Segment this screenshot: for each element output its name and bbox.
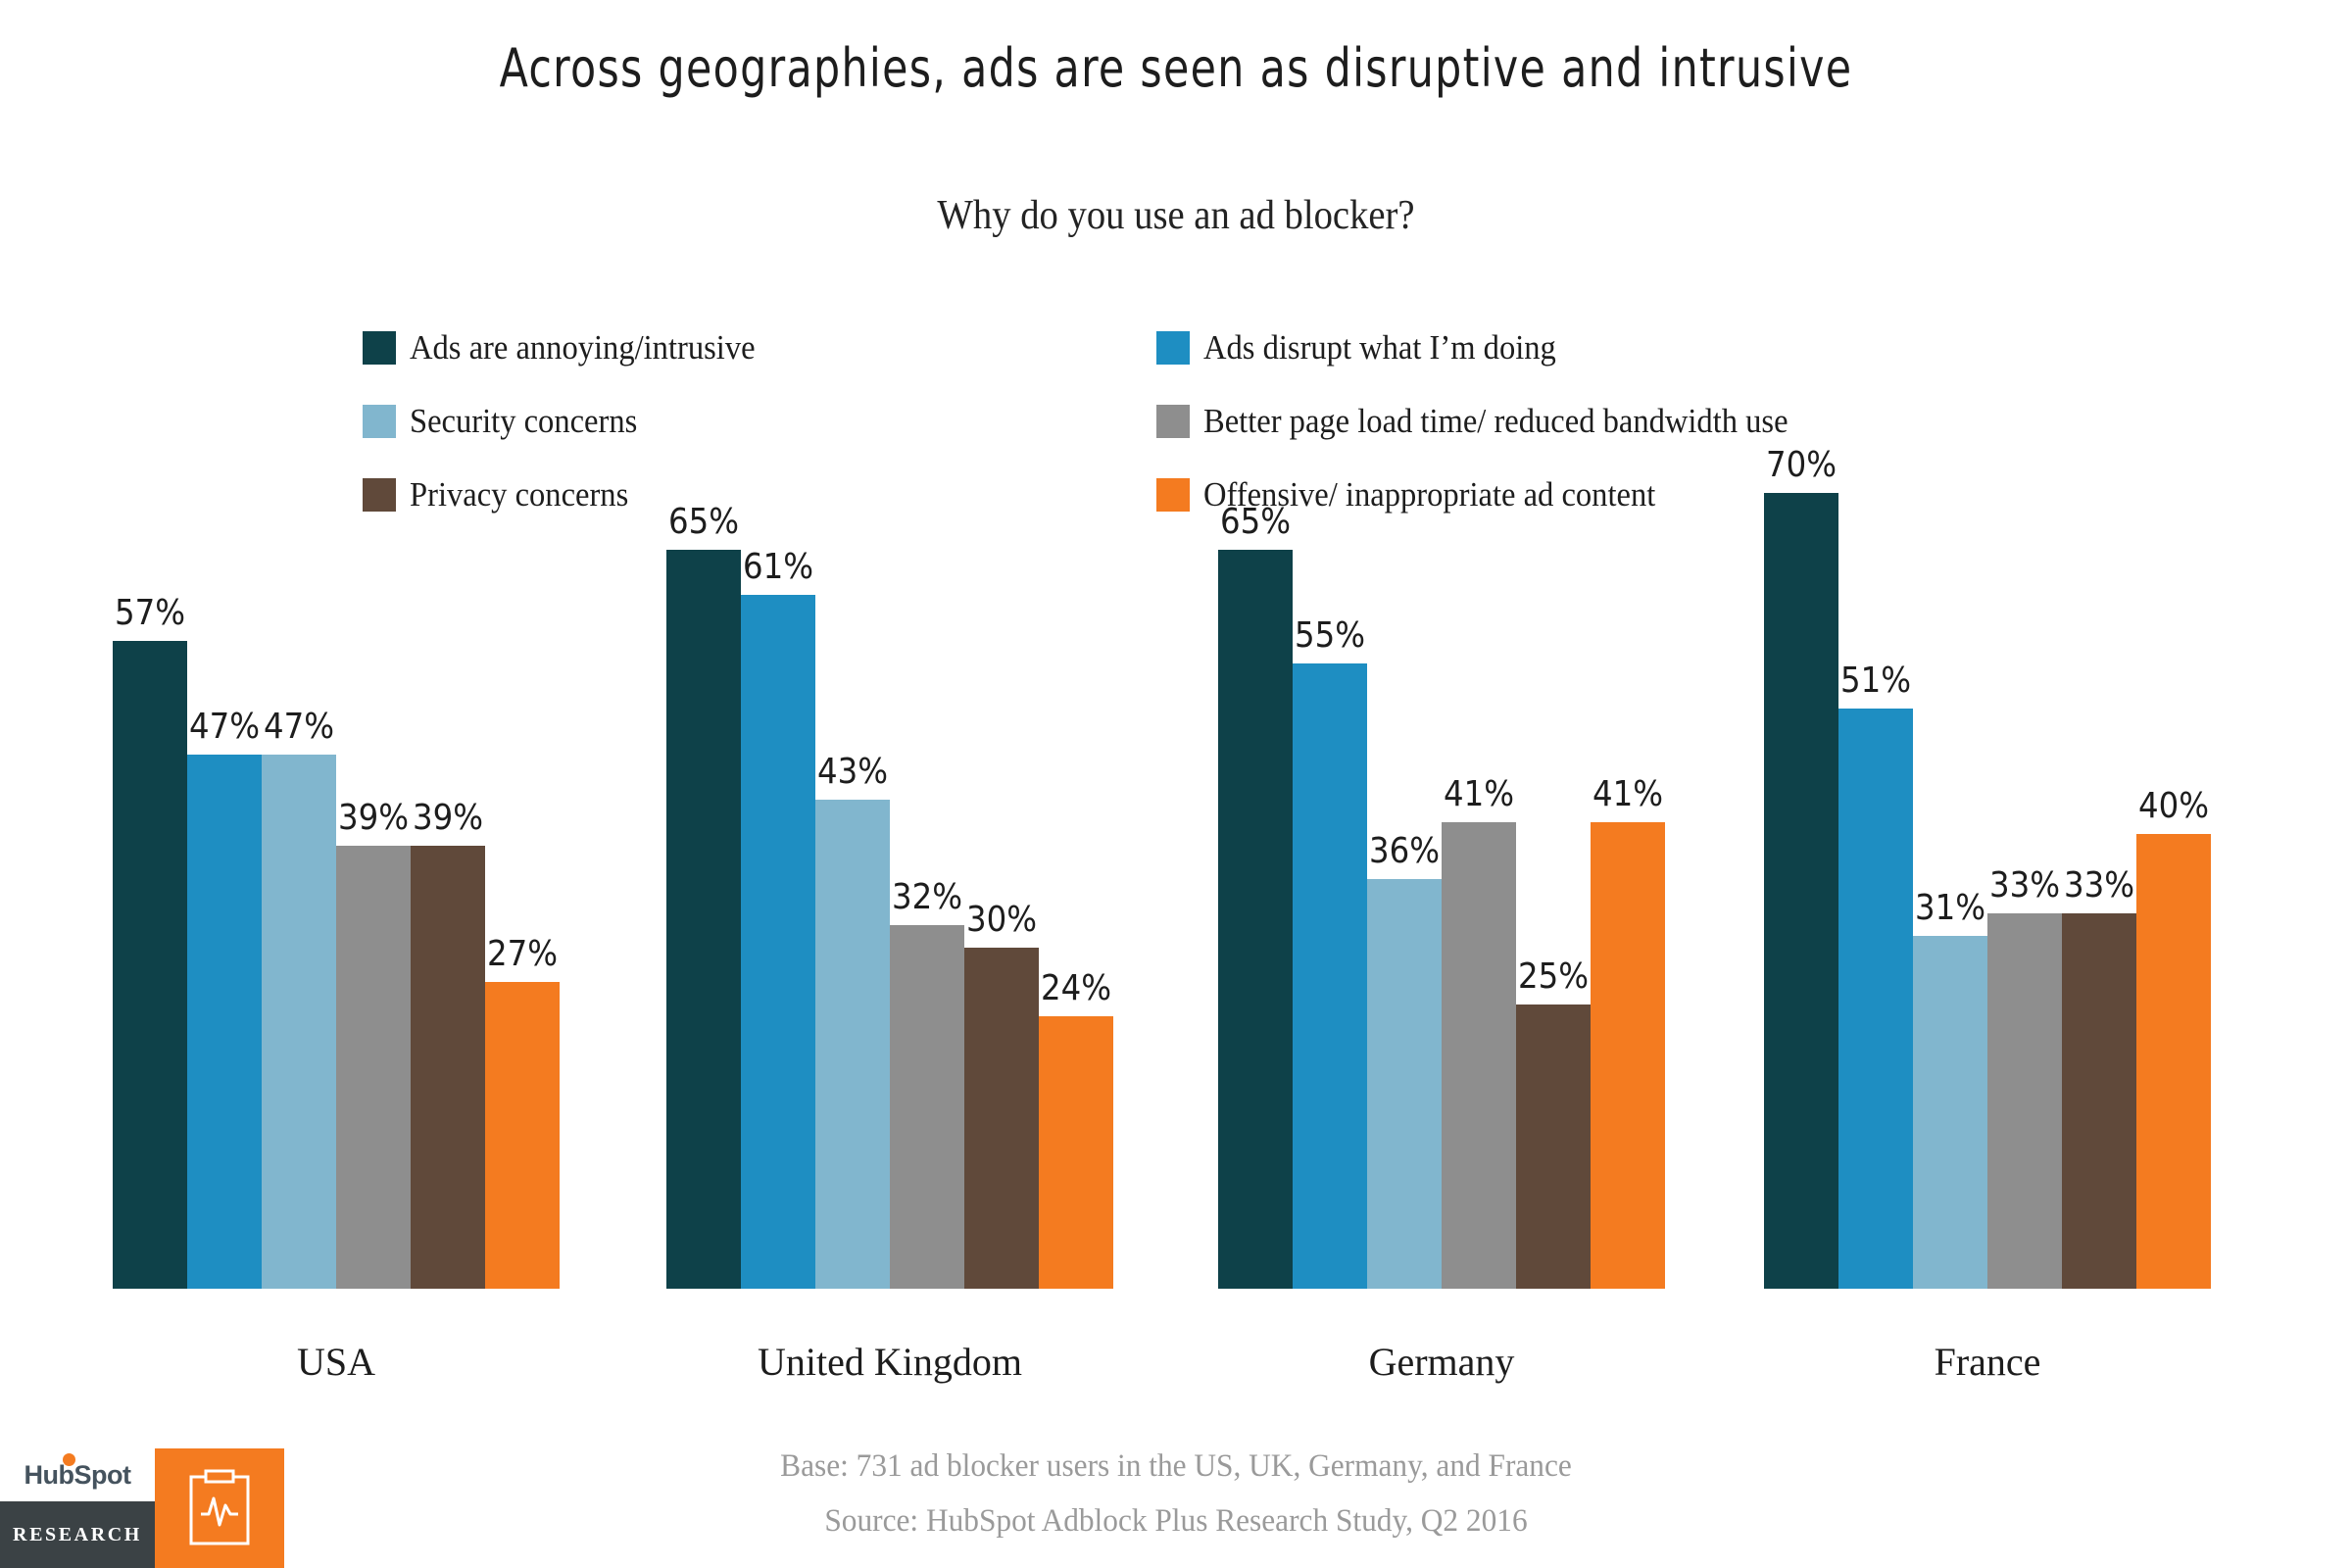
bar-rect[interactable] <box>1218 550 1293 1289</box>
bar-value-label: 33% <box>2064 865 2134 906</box>
bar-group: 57% 47% 47% 39% 39% 27% USA <box>113 596 560 1384</box>
bar-item[interactable]: 65% <box>666 505 741 1289</box>
footnote-source: Source: HubSpot Adblock Plus Research St… <box>824 1503 1528 1539</box>
bar-item[interactable]: 51% <box>1838 663 1913 1289</box>
bar-item[interactable]: 43% <box>815 755 890 1289</box>
bar-rect[interactable] <box>187 755 262 1289</box>
bar-rect[interactable] <box>1516 1004 1591 1289</box>
bar-rect[interactable] <box>1591 822 1665 1289</box>
bar-rect[interactable] <box>2136 834 2211 1289</box>
bar-value-label: 25% <box>1518 956 1589 997</box>
bar-item[interactable]: 65% <box>1218 505 1293 1289</box>
bar-rect[interactable] <box>262 755 336 1289</box>
bar-item[interactable]: 24% <box>1039 971 1113 1289</box>
infographic-slide: Across geographies, ads are seen as disr… <box>0 0 2352 1568</box>
x-axis-category-label: France <box>1934 1340 2041 1384</box>
bar-item[interactable]: 30% <box>964 903 1039 1289</box>
bar-value-label: 61% <box>743 547 813 587</box>
bar-value-label: 65% <box>1220 502 1291 542</box>
bar-item[interactable]: 31% <box>1913 891 1987 1289</box>
x-axis-category-label: USA <box>296 1340 376 1384</box>
grouped-bar-chart: 57% 47% 47% 39% 39% 27% USA 65% 61% 43% 32% 30% 24% U… <box>0 0 2352 1568</box>
sprocket-icon <box>63 1453 75 1466</box>
hubspot-wordmark: HubSpot <box>0 1448 155 1501</box>
bar-group: 70% 51% 31% 33% 33% 40% France <box>1764 448 2211 1384</box>
bar-value-label: 57% <box>115 593 185 633</box>
bar-value-label: 24% <box>1041 968 1111 1008</box>
bar-item[interactable]: 32% <box>890 880 964 1289</box>
bar-rect[interactable] <box>964 948 1039 1289</box>
chart-footnotes: Base: 731 ad blocker users in the US, UK… <box>0 1439 2352 1548</box>
bar-item[interactable]: 27% <box>485 937 560 1289</box>
bar-rect[interactable] <box>336 846 411 1289</box>
bar-item[interactable]: 57% <box>113 596 187 1289</box>
logo-wordmark-block: HubSpot RESEARCH <box>0 1448 155 1568</box>
bar-rect[interactable] <box>485 982 560 1289</box>
bar-item[interactable]: 36% <box>1367 834 1442 1289</box>
bar-item[interactable]: 25% <box>1516 959 1591 1289</box>
bar-value-label: 41% <box>1592 774 1663 814</box>
bar-item[interactable]: 47% <box>187 710 262 1289</box>
bar-value-label: 39% <box>413 798 483 838</box>
clipboard-pulse-icon <box>189 1469 250 1545</box>
bar-rect[interactable] <box>1293 663 1367 1289</box>
bar-group: 65% 55% 36% 41% 25% 41% Germany <box>1218 505 1665 1384</box>
bar-rect[interactable] <box>1367 879 1442 1289</box>
bar-item[interactable]: 41% <box>1442 777 1516 1289</box>
bar-item[interactable]: 39% <box>336 801 411 1289</box>
bar-rect[interactable] <box>815 800 890 1289</box>
bar-value-label: 47% <box>189 707 260 747</box>
bar-rect[interactable] <box>1838 709 1913 1289</box>
bar-value-label: 47% <box>264 707 334 747</box>
bar-value-label: 39% <box>338 798 409 838</box>
bar-item[interactable]: 39% <box>411 801 485 1289</box>
bar-item[interactable]: 55% <box>1293 618 1367 1289</box>
bar-rect[interactable] <box>1442 822 1516 1289</box>
research-band: RESEARCH <box>0 1501 155 1568</box>
bar-rect[interactable] <box>2062 913 2136 1289</box>
footnote-base: Base: 731 ad blocker users in the US, UK… <box>780 1448 1572 1484</box>
bar-rect[interactable] <box>666 550 741 1289</box>
bar-rect[interactable] <box>890 925 964 1289</box>
bar-item[interactable]: 41% <box>1591 777 1665 1289</box>
bar-item[interactable]: 47% <box>262 710 336 1289</box>
bar-value-label: 30% <box>966 900 1037 940</box>
bar-group: 65% 61% 43% 32% 30% 24% United Kingdom <box>666 505 1113 1384</box>
bar-rect[interactable] <box>741 595 815 1289</box>
bar-value-label: 32% <box>892 877 962 917</box>
bar-value-label: 43% <box>817 752 888 792</box>
bar-rect[interactable] <box>1764 493 1838 1289</box>
bar-rect[interactable] <box>113 641 187 1289</box>
bar-value-label: 36% <box>1369 831 1440 871</box>
bar-value-label: 27% <box>487 934 558 974</box>
hubspot-brand-text: HubSpot <box>24 1459 131 1490</box>
bar-value-label: 55% <box>1295 615 1365 656</box>
bar-item[interactable]: 33% <box>2062 868 2136 1289</box>
bar-rect[interactable] <box>411 846 485 1289</box>
bar-value-label: 31% <box>1915 888 1985 928</box>
bar-item[interactable]: 70% <box>1764 448 1838 1289</box>
research-label: RESEARCH <box>13 1523 142 1545</box>
bar-value-label: 33% <box>1989 865 2060 906</box>
hubspot-research-logo: HubSpot RESEARCH <box>0 1448 284 1568</box>
x-axis-category-label: Germany <box>1368 1340 1515 1384</box>
bar-value-label: 41% <box>1444 774 1514 814</box>
bar-item[interactable]: 40% <box>2136 789 2211 1289</box>
bar-rect[interactable] <box>1987 913 2062 1289</box>
bar-value-label: 65% <box>668 502 739 542</box>
bar-value-label: 51% <box>1840 661 1911 701</box>
bar-value-label: 70% <box>1766 445 1837 485</box>
bar-rect[interactable] <box>1039 1016 1113 1289</box>
bar-item[interactable]: 61% <box>741 550 815 1289</box>
bar-rect[interactable] <box>1913 936 1987 1289</box>
x-axis-category-label: United Kingdom <box>758 1340 1022 1384</box>
logo-icon-tile <box>155 1448 284 1568</box>
bar-value-label: 40% <box>2138 786 2209 826</box>
bar-item[interactable]: 33% <box>1987 868 2062 1289</box>
